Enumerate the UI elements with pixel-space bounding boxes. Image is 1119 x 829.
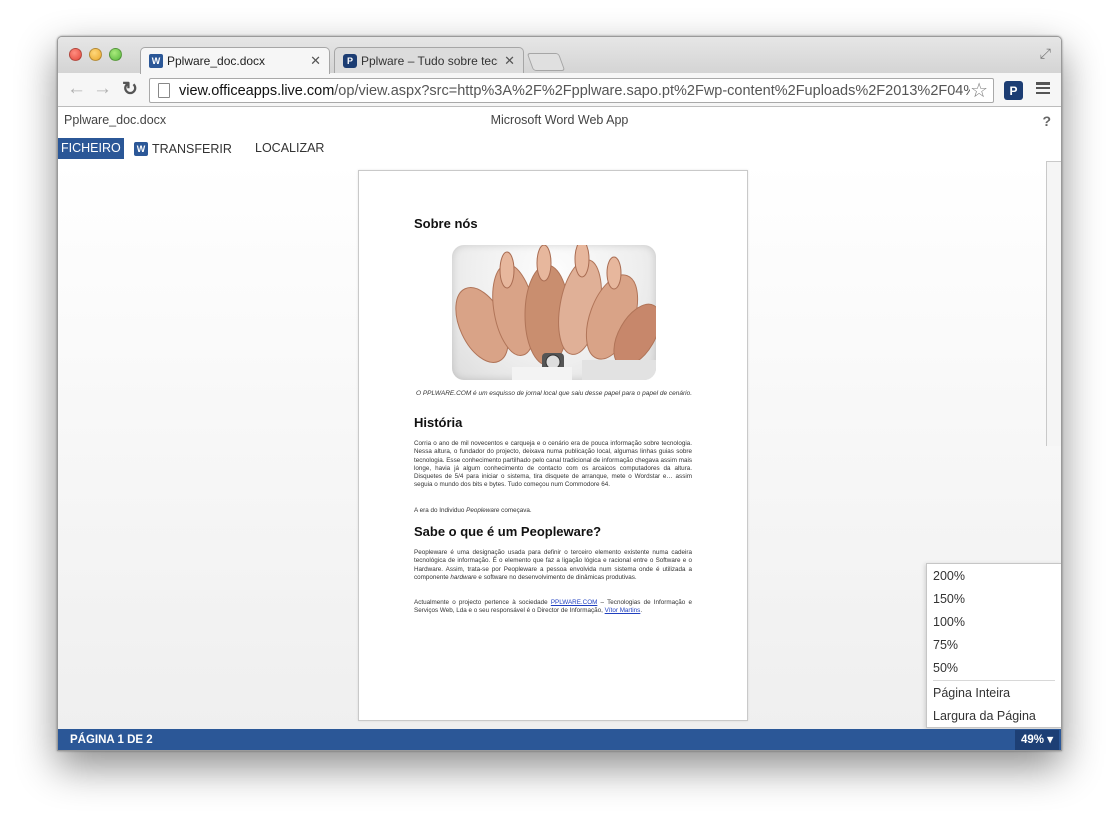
text-run: começava. xyxy=(499,507,532,514)
zoom-option-150[interactable]: 150% xyxy=(933,592,965,606)
word-icon: W xyxy=(134,141,148,156)
vitor-martins-link[interactable]: Vítor Martins xyxy=(605,607,641,614)
text-run: e software no desenvolvimento de dinâmic… xyxy=(476,573,637,581)
tab-pplware[interactable]: P Pplware – Tudo sobre tecn ✕ xyxy=(334,47,524,74)
paragraph-historia: Corria o ano de mil novecentos e carquej… xyxy=(414,440,692,489)
tab-ficheiro[interactable]: FICHEIRO xyxy=(58,138,124,159)
zoom-option-pagina-inteira[interactable]: Página Inteira xyxy=(933,686,1010,700)
browser-toolbar: ← → ↻ view.officeapps.live.com/op/view.a… xyxy=(58,73,1061,107)
word-web-app-header: Microsoft Word Web App Pplware_doc.docx … xyxy=(58,107,1061,135)
hamburger-menu-icon[interactable] xyxy=(1036,81,1050,95)
document-name: Pplware_doc.docx xyxy=(64,113,167,127)
zoom-option-50[interactable]: 50% xyxy=(933,661,958,675)
url-host: view.officeapps.live.com xyxy=(179,82,335,99)
thumbs-up-photo xyxy=(452,245,656,380)
window-minimize-button[interactable] xyxy=(89,48,102,61)
ribbon: FICHEIRO W TRANSFERIR LOCALIZAR xyxy=(58,137,1061,161)
zoom-menu: 200% 150% 100% 75% 50% Página Inteira La… xyxy=(926,563,1061,728)
close-icon[interactable]: ✕ xyxy=(504,53,515,69)
pplware-icon: P xyxy=(343,54,357,68)
localizar-button[interactable]: LOCALIZAR xyxy=(255,141,324,155)
transferir-button[interactable]: W TRANSFERIR xyxy=(134,138,232,159)
fullscreen-icon[interactable]: ⤢ xyxy=(1040,45,1051,62)
zoom-option-largura-pagina[interactable]: Largura da Página xyxy=(933,709,1036,723)
document-workspace: Sobre nós O PPLWARE.COM é um esquisso de… xyxy=(58,161,1061,729)
heading-historia: História xyxy=(414,415,463,430)
transferir-label: TRANSFERIR xyxy=(152,141,232,156)
page-icon xyxy=(158,83,170,98)
tab-title: Pplware_doc.docx xyxy=(167,54,266,68)
status-bar: PÁGINA 1 DE 2 49% ▾ xyxy=(58,729,1061,750)
text-run-italic: hardware xyxy=(450,573,477,581)
text-run: Actualmente o projecto pertence à socied… xyxy=(414,599,551,606)
text-run-italic: Peopleware xyxy=(466,507,500,514)
reload-icon[interactable]: ↻ xyxy=(122,78,138,101)
bookmark-star-icon[interactable]: ☆ xyxy=(970,81,988,101)
text-run: A era do Individuo xyxy=(414,507,467,514)
address-bar[interactable]: view.officeapps.live.com/op/view.aspx?sr… xyxy=(149,78,994,103)
pplware-link[interactable]: PPLWARE.COM xyxy=(551,599,598,606)
forward-arrow-icon[interactable]: → xyxy=(93,78,112,100)
photo-caption: O PPLWARE.COM é um esquisso de jornal lo… xyxy=(415,390,693,397)
paragraph-era: A era do Individuo Peopleware começava. xyxy=(414,507,692,515)
new-tab-button[interactable] xyxy=(526,53,566,71)
url-text: view.officeapps.live.com/op/view.aspx?sr… xyxy=(179,83,970,99)
url-path: /op/view.aspx?src=http%3A%2F%2Fpplware.s… xyxy=(334,82,971,99)
menu-divider xyxy=(933,680,1055,681)
heading-sobre-nos: Sobre nós xyxy=(414,216,478,231)
text-run: . xyxy=(640,607,643,615)
tab-title: Pplware – Tudo sobre tecn xyxy=(361,54,499,68)
zoom-option-75[interactable]: 75% xyxy=(933,638,958,652)
back-arrow-icon[interactable]: ← xyxy=(67,78,86,100)
heading-peopleware: Sabe o que é um Peopleware? xyxy=(414,524,602,539)
paragraph-actualmente: Actualmente o projecto pertence à socied… xyxy=(414,599,692,616)
tab-word-doc[interactable]: W Pplware_doc.docx ✕ xyxy=(140,47,330,74)
window-close-button[interactable] xyxy=(69,48,82,61)
app-title: Microsoft Word Web App xyxy=(490,113,629,127)
close-icon[interactable]: ✕ xyxy=(310,53,321,69)
tab-strip: W Pplware_doc.docx ✕ P Pplware – Tudo so… xyxy=(58,37,1061,74)
browser-window: W Pplware_doc.docx ✕ P Pplware – Tudo so… xyxy=(57,36,1062,751)
window-maximize-button[interactable] xyxy=(109,48,122,61)
document-page: Sobre nós O PPLWARE.COM é um esquisso de… xyxy=(358,170,748,721)
zoom-option-100[interactable]: 100% xyxy=(933,615,965,629)
vertical-scrollbar[interactable] xyxy=(1046,161,1061,446)
word-icon: W xyxy=(149,54,163,68)
pplware-extension-icon[interactable]: P xyxy=(1004,81,1023,100)
paragraph-peopleware: Peopleware é uma designação usada para d… xyxy=(414,549,692,582)
page-indicator: PÁGINA 1 DE 2 xyxy=(70,734,153,746)
help-icon[interactable]: ? xyxy=(1042,113,1051,129)
thumbs-up-illustration xyxy=(455,245,656,380)
zoom-dropdown-button[interactable]: 49% ▾ xyxy=(1015,730,1059,750)
zoom-option-200[interactable]: 200% xyxy=(933,569,965,583)
